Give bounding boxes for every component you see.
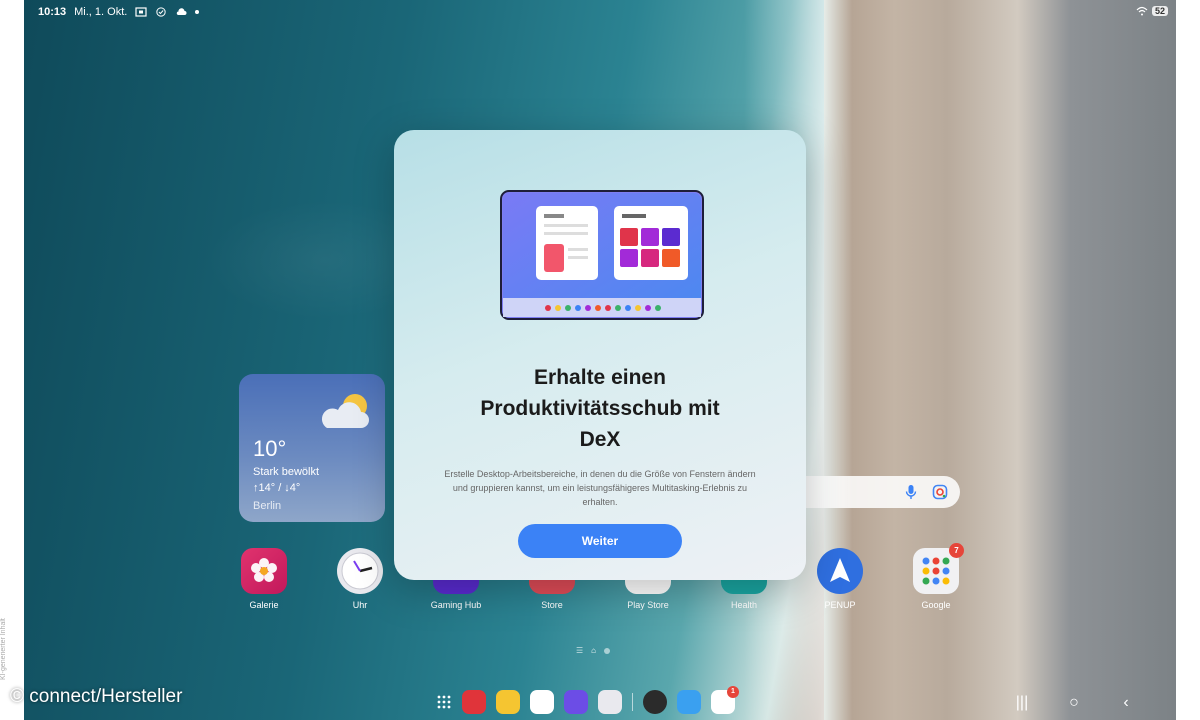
status-time: 10:13 xyxy=(38,6,67,18)
wifi-icon xyxy=(1136,6,1148,16)
weather-widget[interactable]: 10° Stark bewölkt ↑14° / ↓4° Berlin xyxy=(239,374,385,522)
taskbar-divider xyxy=(632,693,633,711)
weather-city: Berlin xyxy=(253,500,282,512)
wallpaper-beach xyxy=(824,0,1176,720)
app-label: PENUP xyxy=(824,600,856,610)
battery-indicator: 52 xyxy=(1151,6,1168,16)
cloud-icon xyxy=(177,8,187,15)
dex-intro-dialog: Erhalte einen Produktivitätsschub mit De… xyxy=(394,130,806,580)
check-circle-icon xyxy=(156,7,166,17)
copyright-watermark: © connect/Hersteller xyxy=(10,686,183,707)
notification-badge: 1 xyxy=(727,686,739,698)
dialog-title-line: DeX xyxy=(579,428,621,451)
clock-icon xyxy=(337,548,383,594)
home-page-icon[interactable]: ⌂ xyxy=(591,646,596,655)
notification-badge: 7 xyxy=(949,543,964,558)
camera-app-icon[interactable] xyxy=(598,690,622,714)
partly-cloudy-icon xyxy=(321,394,369,428)
home-button-icon[interactable]: ○ xyxy=(1064,694,1084,712)
dex-illustration-icon xyxy=(500,190,704,320)
menu-lines-icon[interactable]: ☰ xyxy=(576,646,583,655)
status-bar-left: 10:13 Mi., 1. Okt. xyxy=(38,6,200,18)
apps-group-icon[interactable] xyxy=(677,690,701,714)
app-label: Gaming Hub xyxy=(430,600,482,610)
google-folder-icon: 7 xyxy=(913,543,964,594)
files-app-icon[interactable] xyxy=(496,690,520,714)
continue-button[interactable]: Weiter xyxy=(518,524,682,558)
taskbar: 1 xyxy=(436,686,739,714)
screenshot-icon xyxy=(135,7,147,17)
app-label: Google xyxy=(921,600,951,610)
browser-app-icon[interactable] xyxy=(564,690,588,714)
ai-content-note: KI-generierter Inhalt xyxy=(0,618,7,680)
app-label: Health xyxy=(730,600,757,610)
home-screen: 10:13 Mi., 1. Okt. 52 10° Stark bewölkt … xyxy=(24,0,1176,720)
play-store-taskbar-icon[interactable]: 1 xyxy=(711,686,739,714)
back-button-icon[interactable]: ‹ xyxy=(1116,694,1136,712)
app-label: Play Store xyxy=(627,600,669,610)
messages-app-icon[interactable] xyxy=(530,690,554,714)
settings-gear-icon[interactable] xyxy=(643,690,667,714)
page-dot[interactable] xyxy=(604,647,611,654)
weather-temperature: 10° xyxy=(253,436,287,461)
microphone-icon[interactable] xyxy=(904,484,918,500)
app-drawer-icon[interactable] xyxy=(436,694,452,710)
app-label: Uhr xyxy=(352,600,368,610)
app-label: Store xyxy=(541,600,563,610)
status-date: Mi., 1. Okt. xyxy=(74,6,128,18)
page-indicator: ☰ ⌂ xyxy=(576,646,611,655)
google-lens-icon[interactable] xyxy=(932,484,948,500)
dialog-title-line: Erhalte einen xyxy=(534,366,666,389)
dialog-description: Erstelle Desktop-Arbeitsbereiche, in den… xyxy=(444,469,756,507)
weather-range: ↑14° / ↓4° xyxy=(253,482,301,494)
app-google-folder[interactable]: 7 Google xyxy=(901,543,971,610)
app-galerie[interactable]: Galerie xyxy=(229,548,299,610)
app-label: Galerie xyxy=(249,600,279,610)
app-uhr[interactable]: Uhr xyxy=(325,548,395,610)
gallery-flower-icon xyxy=(241,548,287,594)
dialog-title-line: Produktivitätsschub mit xyxy=(480,397,720,420)
status-bar-right: 52 xyxy=(1136,6,1168,16)
notification-dot-icon xyxy=(195,10,200,14)
app-penup[interactable]: PENUP xyxy=(805,548,875,610)
weather-condition: Stark bewölkt xyxy=(253,466,320,478)
recent-apps-icon[interactable]: ||| xyxy=(1012,694,1032,712)
dialog-title: Erhalte einen Produktivitätsschub mit De… xyxy=(424,362,776,455)
penup-icon xyxy=(817,548,863,594)
notes-app-icon[interactable] xyxy=(462,690,486,714)
